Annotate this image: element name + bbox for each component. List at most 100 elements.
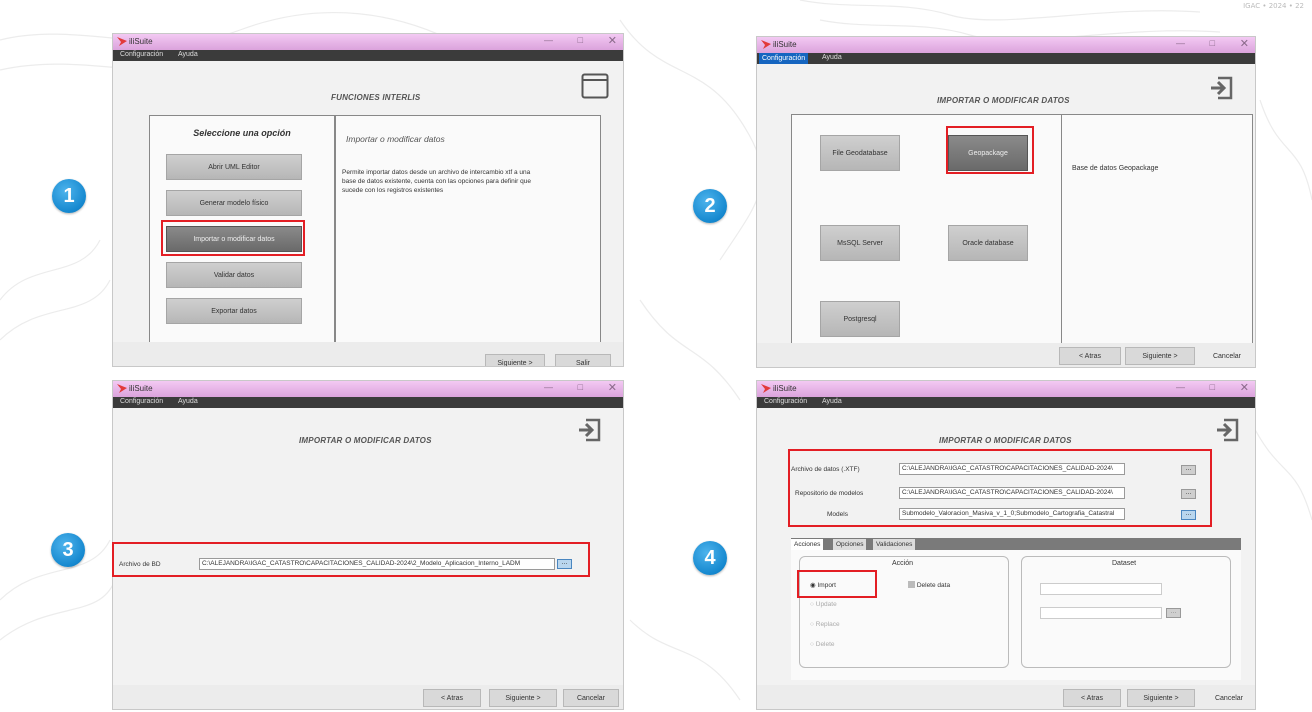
page-title: FUNCIONES INTERLIS <box>331 93 421 102</box>
checkbox-icon <box>908 581 915 588</box>
back-button[interactable]: < Atras <box>1059 347 1121 365</box>
option-validar-datos[interactable]: Validar datos <box>166 262 302 288</box>
dataset-input[interactable] <box>1040 583 1162 595</box>
next-button[interactable]: Siguiente > <box>1125 347 1195 365</box>
minimize-icon[interactable]: — <box>1176 38 1185 48</box>
tab-strip: Acciones Opciones Validaciones <box>791 538 1241 550</box>
description-line: base de datos existente, cuenta con las … <box>342 178 531 185</box>
option-abrir-uml-editor[interactable]: Abrir UML Editor <box>166 154 302 180</box>
window-title: iliSuite <box>773 40 797 49</box>
back-button[interactable]: < Atras <box>423 689 481 707</box>
highlight-importar-option <box>161 220 305 256</box>
maximize-icon[interactable]: □ <box>578 35 583 45</box>
step-badge-2: 2 <box>693 189 727 223</box>
menu-ayuda[interactable]: Ayuda <box>819 54 845 61</box>
dataset-group: Dataset ... <box>1021 556 1231 668</box>
radio-delete[interactable]: ○ Delete <box>810 641 835 648</box>
cancel-button[interactable]: Cancelar <box>1203 689 1255 707</box>
step-badge-3: 3 <box>51 533 85 567</box>
description-line: sucede con los registros existentes <box>342 187 444 194</box>
description-line: Permite importar datos desde un archivo … <box>342 169 531 176</box>
cancel-button[interactable]: Cancelar <box>1201 347 1253 365</box>
delete-data-checkbox[interactable]: Delete data <box>908 581 950 589</box>
radio-replace[interactable]: ○ Replace <box>810 621 840 628</box>
db-mssql-server[interactable]: MsSQL Server <box>820 225 900 261</box>
step-badge-1: 1 <box>52 179 86 213</box>
window-step-1: iliSuite — □ ✕ Configuración Ayuda FUNCI… <box>112 33 624 367</box>
option-exportar-datos[interactable]: Exportar datos <box>166 298 302 324</box>
exit-button[interactable]: Salir <box>555 354 611 366</box>
radio-delete-label: Delete <box>815 641 835 648</box>
minimize-icon[interactable]: — <box>544 35 553 45</box>
menu-configuracion[interactable]: Configuración <box>117 398 166 405</box>
close-icon[interactable]: ✕ <box>608 381 617 394</box>
title-bar: iliSuite — □ ✕ <box>757 381 1255 397</box>
highlight-archivo-bd <box>112 542 590 577</box>
window-title: iliSuite <box>773 384 797 393</box>
app-logo-icon <box>761 384 771 393</box>
maximize-icon[interactable]: □ <box>1210 382 1215 392</box>
page-title: IMPORTAR O MODIFICAR DATOS <box>939 436 1072 445</box>
step-badge-4: 4 <box>693 541 727 575</box>
accion-title: Acción <box>892 560 914 567</box>
tab-opciones[interactable]: Opciones <box>833 539 867 550</box>
db-postgresql[interactable]: Postgresql <box>820 301 900 337</box>
maximize-icon[interactable]: □ <box>1210 38 1215 48</box>
tab-acciones[interactable]: Acciones <box>791 539 824 550</box>
cancel-button[interactable]: Cancelar <box>563 689 619 707</box>
description-panel: Base de datos Geopackage <box>1061 114 1253 354</box>
description-text: Base de datos Geopackage <box>1072 165 1159 172</box>
minimize-icon[interactable]: — <box>1176 382 1185 392</box>
window-title: iliSuite <box>129 37 153 46</box>
close-icon[interactable]: ✕ <box>608 34 617 47</box>
db-oracle-database[interactable]: Oracle database <box>948 225 1028 261</box>
exit-arrow-icon <box>1217 418 1239 442</box>
menu-configuracion[interactable]: Configuración <box>117 51 166 58</box>
radio-icon: ○ <box>810 621 814 628</box>
highlight-import-radio <box>797 570 877 598</box>
options-title: Seleccione una opción <box>193 128 291 138</box>
radio-icon: ○ <box>810 641 814 648</box>
window-step-4: iliSuite — □ ✕ Configuración Ayuda IMPOR… <box>756 380 1256 710</box>
next-button[interactable]: Siguiente > <box>485 354 545 366</box>
page-title: IMPORTAR O MODIFICAR DATOS <box>299 436 432 445</box>
radio-update-label: Update <box>815 601 837 608</box>
app-logo-icon <box>117 37 127 46</box>
menu-configuracion[interactable]: Configuración <box>761 398 810 405</box>
close-icon[interactable]: ✕ <box>1240 37 1249 50</box>
radio-replace-label: Replace <box>815 621 840 628</box>
exit-arrow-icon <box>579 418 601 442</box>
window-icon <box>581 73 609 99</box>
window-content: IMPORTAR O MODIFICAR DATOS File Geodatab… <box>757 64 1255 367</box>
window-step-2: iliSuite — □ ✕ Configuración Ayuda IMPOR… <box>756 36 1256 368</box>
maximize-icon[interactable]: □ <box>578 382 583 392</box>
option-generar-modelo-fisico[interactable]: Generar modelo físico <box>166 190 302 216</box>
description-title: Importar o modificar datos <box>346 134 445 144</box>
window-content: FUNCIONES INTERLIS Seleccione una opción… <box>113 61 623 366</box>
radio-update[interactable]: ○ Update <box>810 601 837 608</box>
menu-bar: Configuración Ayuda <box>113 50 623 61</box>
app-logo-icon <box>117 384 127 393</box>
menu-configuracion[interactable]: Configuración <box>759 53 809 64</box>
close-icon[interactable]: ✕ <box>1240 381 1249 394</box>
title-bar: iliSuite — □ ✕ <box>113 34 623 50</box>
minimize-icon[interactable]: — <box>544 382 553 392</box>
menu-bar: Configuración Ayuda <box>113 397 623 408</box>
dataset-select[interactable] <box>1040 607 1162 619</box>
back-button[interactable]: < Atras <box>1063 689 1121 707</box>
highlight-input-fields <box>788 449 1212 527</box>
menu-ayuda[interactable]: Ayuda <box>819 398 845 405</box>
menu-ayuda[interactable]: Ayuda <box>175 398 201 405</box>
description-panel: Importar o modificar datos Permite impor… <box>335 115 601 357</box>
app-logo-icon <box>761 40 771 49</box>
tab-validaciones[interactable]: Validaciones <box>873 539 916 550</box>
description-text: Permite importar datos desde un archivo … <box>342 168 531 195</box>
menu-ayuda[interactable]: Ayuda <box>175 51 201 58</box>
next-button[interactable]: Siguiente > <box>1127 689 1195 707</box>
title-bar: iliSuite — □ ✕ <box>757 37 1255 53</box>
dataset-browse-button[interactable]: ... <box>1166 608 1181 618</box>
dataset-title: Dataset <box>1112 560 1137 567</box>
radio-icon: ○ <box>810 601 814 608</box>
db-file-geodatabase[interactable]: File Geodatabase <box>820 135 900 171</box>
next-button[interactable]: Siguiente > <box>489 689 557 707</box>
